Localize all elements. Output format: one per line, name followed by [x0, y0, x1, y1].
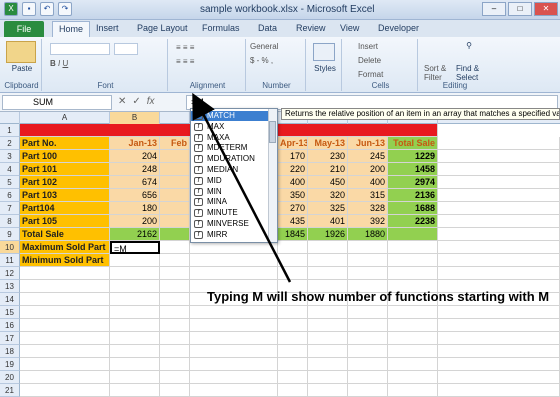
annotation-text: Typing M will show number of functions s…	[207, 289, 550, 304]
annotation-arrow	[192, 92, 292, 283]
